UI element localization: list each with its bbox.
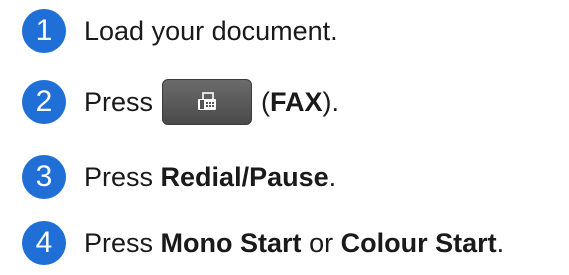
step-3: 3 Press Redial/Pause. [0,152,569,202]
step-text: Press Redial/Pause. [84,152,336,202]
step-text: Press Mono Start or Colour Start. [84,218,504,268]
step-number: 2 [35,85,53,118]
step-number-badge: 1 [22,6,66,56]
step-suffix: . [496,228,505,258]
step-text: Load your document. [84,6,338,56]
colour-start-label: Colour Start [340,228,497,258]
step-number-circle: 4 [22,221,66,265]
fax-close-paren: ). [322,87,340,117]
step-1: 1 Load your document. [0,6,569,56]
mono-start-label: Mono Start [160,228,302,258]
step-number: 4 [35,226,53,259]
fax-label: FAX [270,87,323,117]
step-number-circle: 2 [22,80,66,124]
step-number-badge: 2 [22,77,66,127]
step-connector: or [309,228,334,258]
step-suffix: . [328,162,337,192]
step-number-badge: 4 [22,218,66,268]
step-prefix: Press [84,228,154,258]
step-number-circle: 1 [22,9,66,53]
step-number-circle: 3 [22,155,66,199]
step-2: 2 Press (FAX). [0,77,569,127]
step-prefix: Press [84,162,154,192]
step-instruction: Load your document. [84,16,338,46]
step-number: 3 [35,160,53,193]
fax-open-paren: ( [261,87,271,117]
step-4: 4 Press Mono Start or Colour Start. [0,218,569,268]
fax-button[interactable] [162,78,253,125]
redial-pause-label: Redial/Pause [160,162,329,192]
step-prefix: Press [84,87,154,117]
step-number-badge: 3 [22,152,66,202]
step-number: 1 [35,14,53,47]
step-text: Press (FAX). [84,77,339,127]
fax-icon [198,92,217,110]
